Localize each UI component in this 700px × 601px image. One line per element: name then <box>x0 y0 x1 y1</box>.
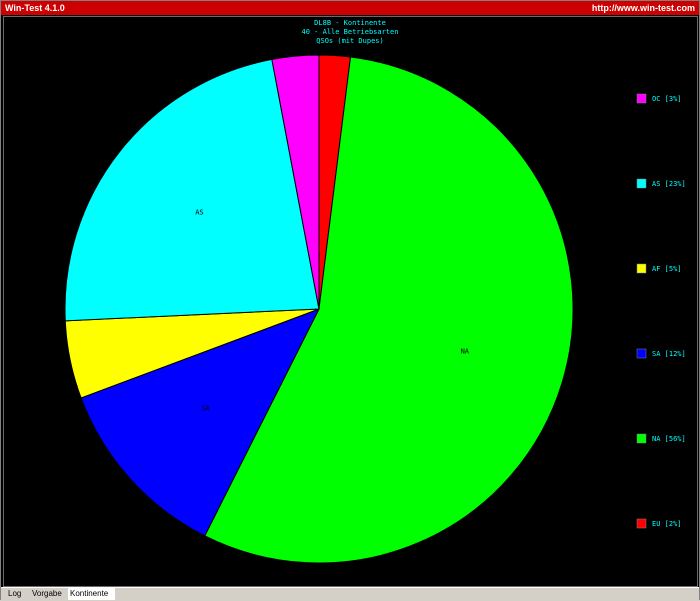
pie-slices <box>64 54 574 564</box>
chart-panel: DL8B - Kontinente 40 - Alle Betriebsarten… <box>3 16 698 587</box>
chart-title-line: QSOs (mit Dupes) <box>316 37 383 45</box>
legend-entry: AS [23%] <box>652 180 686 188</box>
legend-swatch <box>636 178 647 189</box>
tab-log[interactable]: Log <box>6 588 29 600</box>
legend-swatch <box>636 93 647 104</box>
tab-vorgabe[interactable]: Vorgabe <box>30 588 70 600</box>
legend-entry: OC [3%] <box>652 95 682 103</box>
chart-title: DL8B - Kontinente40 - Alle Betriebsarten… <box>302 19 399 45</box>
app-window: Win-Test 4.1.0 http://www.win-test.com D… <box>0 0 700 601</box>
legend-entry: EU [2%] <box>652 520 682 528</box>
legend-entry: AF [5%] <box>652 265 682 273</box>
chart-title-line: DL8B - Kontinente <box>314 19 386 27</box>
slice-label: AS <box>195 209 203 217</box>
legend-swatch <box>636 518 647 529</box>
legend-entry: NA [56%] <box>652 435 686 443</box>
slice-label: NA <box>461 347 470 355</box>
tab-bar: Log Vorgabe Kontinente <box>1 587 699 601</box>
title-bar[interactable]: Win-Test 4.1.0 http://www.win-test.com <box>1 1 699 15</box>
website-url: http://www.win-test.com <box>591 3 695 13</box>
window-title: Win-Test 4.1.0 <box>5 3 65 13</box>
chart-legend: OC [3%] AS [23%] AF [5%] SA [12%] NA [56%] EU… <box>636 93 686 529</box>
legend-swatch <box>636 433 647 444</box>
legend-entry: SA [12%] <box>652 350 686 358</box>
chart-title-line: 40 - Alle Betriebsarten <box>302 28 399 36</box>
legend-swatch <box>636 263 647 274</box>
slice-label: SA <box>201 405 210 413</box>
legend-swatch <box>636 348 647 359</box>
pie-chart: DL8B - Kontinente40 - Alle Betriebsarten… <box>64 19 686 564</box>
tab-kontinente[interactable]: Kontinente <box>68 588 115 600</box>
